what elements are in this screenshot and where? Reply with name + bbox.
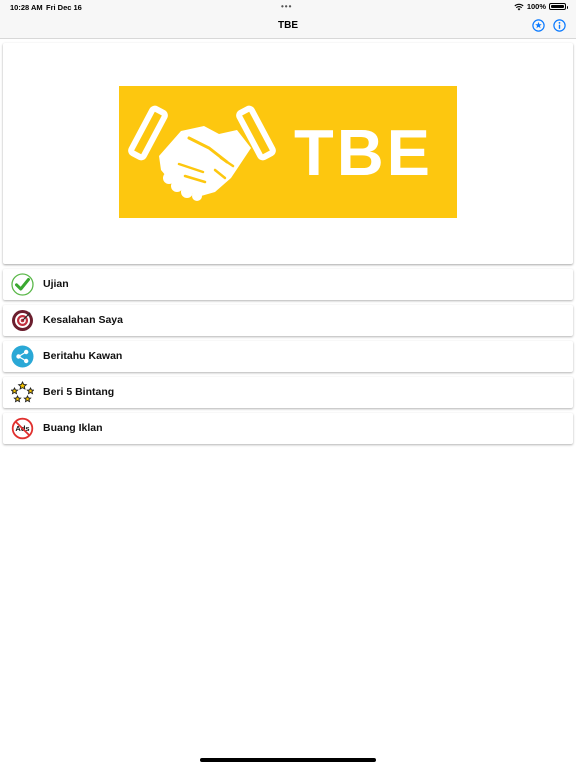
menu-item-beri-5-bintang[interactable]: Beri 5 Bintang <box>3 377 573 408</box>
menu-item-label: Beritahu Kawan <box>43 350 123 362</box>
banner-card: TBE <box>3 43 573 264</box>
navigation-bar: TBE <box>0 14 576 39</box>
status-indicators: 100% <box>514 2 568 11</box>
home-indicator[interactable] <box>200 758 376 762</box>
battery-icon <box>549 3 568 10</box>
wifi-icon <box>514 3 524 11</box>
target-icon <box>11 309 34 332</box>
multitasking-dots-icon[interactable]: ••• <box>281 2 292 11</box>
menu-item-label: Kesalahan Saya <box>43 314 123 326</box>
star-circle-icon[interactable] <box>532 19 545 32</box>
menu-item-buang-iklan[interactable]: Ads Buang Iklan <box>3 413 573 444</box>
battery-percentage: 100% <box>526 2 546 11</box>
handshake-icon <box>128 105 276 201</box>
menu-item-kesalahan-saya[interactable]: Kesalahan Saya <box>3 305 573 336</box>
status-date: Fri Dec 16 <box>46 3 82 12</box>
share-icon <box>11 345 34 368</box>
status-time: 10:28 AM <box>10 3 43 12</box>
status-bar: 10:28 AM Fri Dec 16 ••• 100% <box>0 0 576 14</box>
page-title: TBE <box>278 20 298 31</box>
menu-item-label: Ujian <box>43 278 69 290</box>
info-circle-icon[interactable] <box>553 19 566 32</box>
tbe-logo: TBE <box>119 86 457 218</box>
checkmark-icon <box>11 273 34 296</box>
no-ads-icon: Ads <box>11 417 34 440</box>
menu-item-label: Buang Iklan <box>43 422 103 434</box>
menu-item-beritahu-kawan[interactable]: Beritahu Kawan <box>3 341 573 372</box>
stars-ring-icon <box>11 381 34 404</box>
logo-text: TBE <box>294 116 433 189</box>
menu-item-ujian[interactable]: Ujian <box>3 269 573 300</box>
menu-item-label: Beri 5 Bintang <box>43 386 115 398</box>
